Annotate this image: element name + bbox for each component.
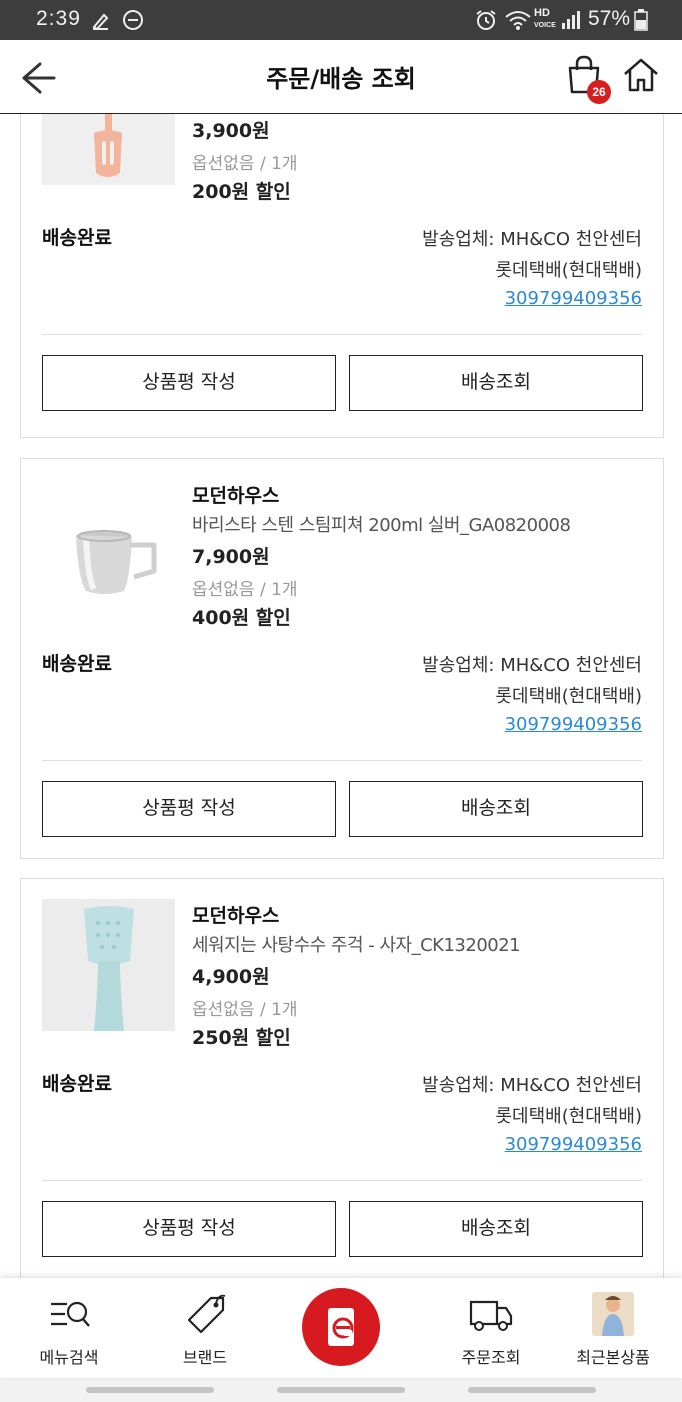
recent-apps-gesture[interactable] — [86, 1387, 214, 1393]
center-logo-button[interactable] — [302, 1288, 380, 1366]
write-review-button[interactable]: 상품평 작성 — [42, 1201, 336, 1257]
shipper-info: 발송업체: MH&CO 천안센터 — [422, 229, 642, 250]
battery-icon — [634, 9, 648, 36]
delivery-status: 배송완료 — [42, 653, 112, 675]
shipper-info: 발송업체: MH&CO 천안센터 — [422, 1075, 642, 1096]
discount-amount: 400원 할인 — [192, 607, 291, 629]
divider — [42, 760, 642, 761]
nav-recent-label: 최근본상품 — [576, 1348, 650, 1367]
track-delivery-button[interactable]: 배송조회 — [349, 355, 643, 411]
write-review-button[interactable]: 상품평 작성 — [42, 355, 336, 411]
nav-brand[interactable]: 브랜드 — [150, 1278, 260, 1378]
product-option: 옵션없음 / 1개 — [192, 1000, 298, 1020]
nav-brand-label: 브랜드 — [182, 1348, 228, 1367]
battery-percent: 57% — [588, 7, 631, 30]
discount-amount: 200원 할인 — [192, 181, 291, 203]
nav-menu-search-label: 메뉴검색 — [39, 1348, 99, 1367]
carrier-name: 롯데택배(현대택배) — [495, 1106, 642, 1127]
tag-icon — [183, 1294, 227, 1334]
discount-amount: 250원 할인 — [192, 1027, 291, 1049]
pen-notification-icon — [90, 9, 112, 36]
app-header: 주문/배송 조회 26 — [0, 40, 682, 114]
product-option: 옵션없음 / 1개 — [192, 154, 298, 174]
carrier-name: 롯데택배(현대택배) — [495, 260, 642, 281]
delivery-status: 배송완료 — [42, 227, 112, 249]
nav-recent-products[interactable]: 최근본상품 — [558, 1278, 668, 1378]
status-time: 2:39 — [36, 7, 81, 30]
order-list[interactable]: 3,900원 옵션없음 / 1개 200원 할인 배송완료 발송업체: MH&C… — [0, 114, 682, 1278]
product-price: 4,900원 — [192, 966, 270, 988]
signal-icon — [560, 9, 582, 36]
tracking-number-link[interactable]: 309799409356 — [505, 714, 642, 735]
track-delivery-button[interactable]: 배송조회 — [349, 781, 643, 837]
product-brand: 모던하우스 — [192, 485, 280, 507]
product-price: 7,900원 — [192, 546, 270, 568]
wifi-icon — [504, 9, 532, 36]
e-logo-icon — [328, 1308, 354, 1346]
shipper-info: 발송업체: MH&CO 천안센터 — [422, 655, 642, 676]
product-name[interactable]: 세워지는 사탕수수 주걱 - 사자_CK1320021 — [192, 931, 521, 957]
status-bar: 2:39 HD VOICE 57% — [0, 0, 682, 40]
alarm-icon — [474, 9, 498, 36]
tracking-number-link[interactable]: 309799409356 — [505, 1134, 642, 1155]
product-brand: 모던하우스 — [192, 905, 280, 927]
write-review-button[interactable]: 상품평 작성 — [42, 781, 336, 837]
order-card: 3,900원 옵션없음 / 1개 200원 할인 배송완료 발송업체: MH&C… — [20, 114, 664, 438]
cart-count-badge: 26 — [587, 80, 611, 104]
nav-menu-search[interactable]: 메뉴검색 — [14, 1278, 124, 1378]
track-delivery-button[interactable]: 배송조회 — [349, 1201, 643, 1257]
product-image-rice-paddle[interactable] — [42, 899, 175, 1031]
product-image-spatula[interactable] — [42, 114, 175, 185]
home-gesture[interactable] — [277, 1387, 405, 1393]
hd-voice-icon: HD VOICE — [534, 7, 556, 30]
divider — [42, 1180, 642, 1181]
home-icon[interactable] — [622, 56, 660, 94]
carrier-name: 롯데택배(현대택배) — [495, 686, 642, 707]
product-name[interactable]: 바리스타 스텐 스팀피쳐 200ml 실버_GA0820008 — [192, 511, 571, 537]
divider — [42, 334, 642, 335]
product-option: 옵션없음 / 1개 — [192, 580, 298, 600]
menu-search-icon — [47, 1294, 91, 1334]
order-card: 모던하우스 바리스타 스텐 스팀피쳐 200ml 실버_GA0820008 7,… — [20, 458, 664, 859]
nav-order-lookup[interactable]: 주문조회 — [436, 1278, 546, 1378]
tracking-number-link[interactable]: 309799409356 — [505, 288, 642, 309]
order-card: 모던하우스 세워지는 사탕수수 주걱 - 사자_CK1320021 4,900원… — [20, 878, 664, 1278]
product-price: 3,900원 — [192, 120, 270, 142]
system-nav-bar — [0, 1378, 682, 1402]
bottom-nav: 메뉴검색 브랜드 주문조회 최근본상품 — [0, 1278, 682, 1378]
truck-icon — [469, 1294, 513, 1334]
product-image-pitcher[interactable] — [42, 479, 175, 611]
back-gesture[interactable] — [468, 1387, 596, 1393]
delivery-status: 배송완료 — [42, 1073, 112, 1095]
recent-product-thumbnail — [592, 1292, 634, 1336]
nav-order-lookup-label: 주문조회 — [461, 1348, 521, 1367]
do-not-disturb-icon — [122, 9, 144, 36]
